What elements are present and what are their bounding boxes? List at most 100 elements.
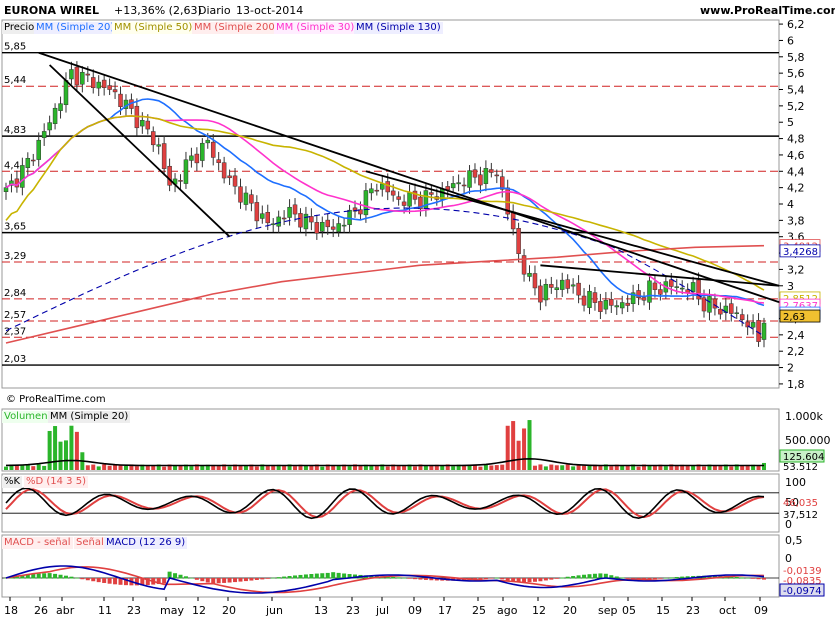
candle-body — [385, 181, 390, 193]
macd-histogram-bar — [402, 577, 407, 579]
legend-ma130: MM (Simple 130) — [354, 22, 443, 34]
candle-body — [145, 120, 151, 130]
level-label: 2,03 — [4, 354, 26, 365]
price-tick-label: 5,6 — [787, 67, 805, 80]
level-label: 4,4 — [4, 160, 20, 171]
chart-canvas: 6,265,85,65,45,254,84,64,44,243,83,63,43… — [0, 0, 835, 620]
candle-body — [85, 73, 91, 76]
volume-bar — [36, 464, 41, 470]
price-tick-label: 5,8 — [787, 51, 805, 64]
volume-bar — [483, 464, 488, 470]
candle-body — [494, 174, 500, 177]
volume-bar — [134, 466, 139, 470]
volume-bar — [374, 465, 379, 470]
candle-body — [390, 190, 396, 196]
candle-body — [625, 302, 630, 306]
candle-body — [467, 170, 472, 188]
macd-histogram-bar — [303, 574, 308, 579]
candle-body — [96, 81, 101, 89]
macd-histogram-bar — [243, 578, 248, 582]
candle-body — [194, 153, 200, 164]
candle-body — [614, 305, 620, 308]
macd-histogram-bar — [260, 578, 265, 580]
legend-volume-ma: MM (Simple 20) — [48, 411, 131, 423]
price-tick-label: 5,2 — [787, 100, 805, 113]
price-tick-label: 3,8 — [787, 214, 805, 227]
candle-body — [674, 286, 679, 288]
volume-bar — [63, 440, 68, 470]
level-label: 2,37 — [4, 326, 26, 337]
macd-histogram-bar — [762, 578, 766, 580]
level-label: 4,83 — [4, 125, 26, 136]
candle-body — [750, 322, 756, 328]
macd-histogram-bar — [205, 578, 210, 583]
volume-bar — [14, 465, 19, 470]
macd-histogram-bar — [233, 578, 238, 583]
volume-bar — [527, 420, 532, 470]
macd-histogram-bar — [532, 578, 537, 582]
candle-body — [325, 219, 330, 228]
candle-body — [63, 80, 69, 106]
macd-histogram-bar — [751, 578, 756, 579]
candle-body — [598, 301, 603, 312]
volume-bar — [440, 465, 445, 470]
macd-histogram-bar — [91, 578, 96, 582]
candle-body — [641, 297, 647, 301]
legend-ma20: MM (Simple 20) — [34, 22, 117, 34]
candle-body — [587, 290, 592, 308]
volume-bar — [385, 466, 390, 470]
candle-body — [652, 282, 658, 290]
candle-body — [510, 211, 516, 230]
volume-bar — [762, 462, 766, 470]
price-tick-label: 4,8 — [787, 133, 805, 146]
candle-body — [320, 221, 325, 232]
macd-histogram-bar — [396, 577, 401, 579]
candle-body — [150, 131, 156, 146]
chart-header: EURONA WIREL +13,36% (2,63) Diario 13-oc… — [0, 0, 835, 20]
macd-histogram-bar — [745, 577, 750, 579]
volume-bar — [123, 465, 128, 470]
x-axis-label: 09 — [408, 604, 422, 617]
candle-body — [761, 322, 767, 340]
candle-body — [69, 69, 74, 80]
candle-body — [363, 190, 369, 216]
volume-bar — [598, 465, 603, 470]
macd-histogram-bar — [320, 573, 325, 579]
macd-histogram-bar — [483, 578, 488, 580]
candle-body — [380, 183, 385, 190]
x-axis-label: 25 — [472, 604, 486, 617]
candle-body — [118, 93, 123, 107]
candle-body — [609, 298, 614, 306]
stochastic-panel — [1, 473, 780, 533]
macd-histogram-bar — [522, 578, 527, 583]
macd-histogram-bar — [314, 573, 319, 579]
candle-body — [412, 190, 418, 200]
x-axis-label: 15 — [656, 604, 670, 617]
candle-body — [303, 213, 309, 230]
x-axis-label: 18 — [4, 604, 18, 617]
macd-histogram-bar — [582, 574, 587, 579]
candle-body — [450, 183, 456, 189]
volume-bar — [265, 465, 270, 470]
volume-bar — [511, 421, 516, 470]
price-panel — [1, 19, 780, 389]
macd-histogram-bar — [96, 578, 101, 583]
macd-histogram-bar — [494, 577, 499, 579]
volume-ma-last-label: 53.512 — [783, 462, 818, 473]
candle-body — [161, 143, 167, 169]
volume-bar — [756, 465, 761, 470]
legend-signal: Señal — [74, 537, 106, 549]
candle-body — [581, 295, 587, 306]
volume-bar — [560, 465, 565, 470]
instrument-name: EURONA WIREL — [4, 4, 100, 17]
candle-body — [314, 222, 320, 234]
macd-histogram-bar — [418, 578, 423, 580]
candle-body — [243, 192, 249, 205]
x-axis-label: 23 — [686, 604, 700, 617]
candle-body — [221, 162, 227, 179]
macd-histogram-bar — [113, 578, 118, 585]
macd-histogram-bar — [102, 578, 107, 583]
volume-bar — [320, 466, 325, 470]
macd-histogram-bar — [331, 572, 336, 579]
macd-histogram-bar — [194, 578, 199, 580]
